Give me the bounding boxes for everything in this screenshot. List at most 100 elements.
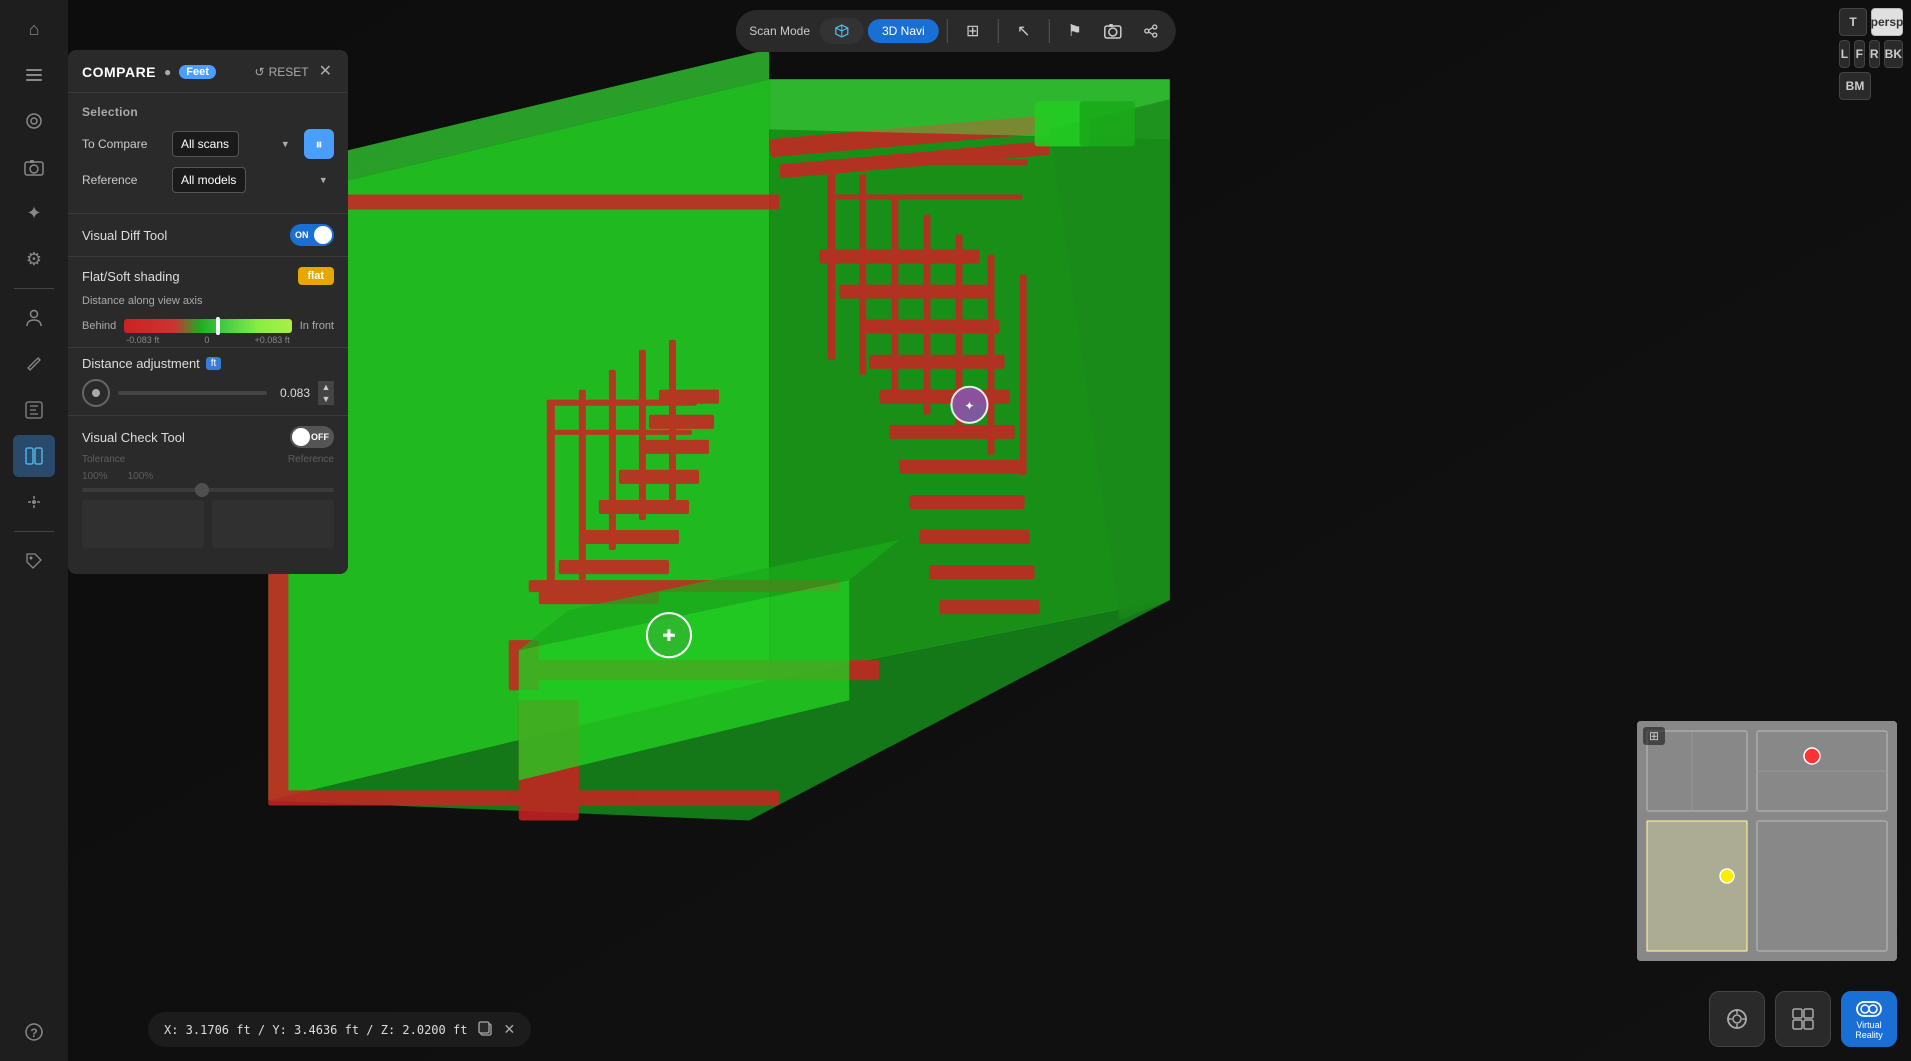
bm-view-button[interactable]: BM	[1839, 72, 1871, 100]
camera-icon	[1104, 23, 1122, 39]
3d-icon	[834, 23, 850, 39]
flag-button[interactable]: ⚑	[1058, 14, 1092, 48]
adjustment-row: 0.083 ▲ ▼	[82, 379, 334, 407]
reference-opacity-label: Reference	[288, 454, 334, 465]
r-view-button[interactable]: R	[1869, 40, 1880, 68]
l-view-button[interactable]: L	[1839, 40, 1850, 68]
check-labels-row: Tolerance Reference	[82, 454, 334, 465]
persp-view-button[interactable]: persp	[1871, 8, 1903, 36]
check-tool-content: Tolerance Reference 100% 100%	[68, 454, 348, 558]
pause-button[interactable]: ⏸	[304, 129, 334, 159]
shading-row: Flat/Soft shading flat	[68, 256, 348, 295]
distance-axis-section: Distance along view axis Behind -0.083 f…	[68, 295, 348, 347]
close-button[interactable]: ✕	[317, 62, 334, 82]
visual-diff-row: Visual Diff Tool ON	[68, 213, 348, 256]
sidebar-item-layers[interactable]	[13, 54, 55, 96]
mini-map[interactable]: ⊞	[1637, 721, 1897, 961]
sidebar-item-tag[interactable]	[13, 540, 55, 582]
layout-button[interactable]	[1775, 991, 1831, 1047]
reference-row: Reference All models	[82, 167, 334, 193]
toggle-on-label: ON	[295, 230, 309, 240]
to-compare-row: To Compare All scans ⏸	[82, 129, 334, 159]
mini-map-toolbar: ⊞	[1643, 727, 1665, 745]
behind-label: Behind	[82, 320, 116, 332]
svg-text:?: ?	[30, 1026, 37, 1040]
tick-zero: 0	[204, 335, 209, 345]
sidebar-item-settings[interactable]: ⚙	[13, 238, 55, 280]
shading-toggle-button[interactable]: flat	[298, 267, 335, 285]
copy-coords-button[interactable]	[477, 1020, 493, 1039]
reset-button[interactable]: ↺ RESET	[255, 65, 309, 79]
close-coords-button[interactable]: ✕	[503, 1021, 515, 1038]
coordinates-display: X: 3.1706 ft / Y: 3.4636 ft / Z: 2.0200 …	[164, 1023, 467, 1037]
panel-header: COMPARE ● Feet ↺ RESET ✕	[68, 50, 348, 93]
to-compare-select[interactable]: All scans	[172, 131, 239, 157]
compare-panel: COMPARE ● Feet ↺ RESET ✕ Selection To Co…	[68, 50, 348, 574]
selection-label: Selection	[82, 105, 334, 119]
topbar-divider-3	[1049, 19, 1050, 43]
target-button[interactable]	[1709, 991, 1765, 1047]
grid-button[interactable]: ⊞	[956, 14, 990, 48]
top-bar: Scan Mode 3D Navi ⊞ ↖ ⚑	[735, 10, 1175, 52]
topbar-divider-2	[998, 19, 999, 43]
visual-check-toggle[interactable]: OFF	[290, 426, 334, 448]
visual-check-row: Visual Check Tool OFF	[68, 416, 348, 454]
tolerance-value: 100%	[82, 471, 108, 482]
distance-adjustment-section: Distance adjustment ft 0.083 ▲ ▼	[68, 347, 348, 415]
check-slider-row[interactable]	[82, 488, 334, 492]
sidebar-item-star[interactable]: ✦	[13, 192, 55, 234]
ft-badge: ft	[206, 357, 222, 370]
dial-inner	[92, 389, 100, 397]
sidebar-item-compare[interactable]	[13, 435, 55, 477]
sidebar-divider-1	[14, 288, 54, 289]
check-image-row	[82, 500, 334, 548]
svg-text:✚: ✚	[662, 627, 675, 645]
stepper-up[interactable]: ▲	[318, 381, 334, 393]
toggle-on-switch[interactable]: ON	[290, 224, 334, 246]
panel-title: COMPARE	[82, 64, 156, 80]
t-view-button[interactable]: T	[1839, 8, 1867, 36]
dial-circle[interactable]	[82, 379, 110, 407]
scan-mode-button[interactable]	[820, 18, 864, 44]
distance-bar-container[interactable]: -0.083 ft 0 +0.083 ft	[124, 315, 291, 337]
mini-map-svg	[1637, 721, 1897, 961]
adjustment-header: Distance adjustment ft	[82, 356, 334, 371]
sidebar-item-home[interactable]: ⌂	[13, 8, 55, 50]
share-button[interactable]	[1134, 14, 1168, 48]
view-btn-row-2: L F R BK	[1839, 40, 1903, 68]
circle-indicator: ●	[164, 65, 171, 79]
sidebar-item-measure[interactable]	[13, 389, 55, 431]
f-view-button[interactable]: F	[1854, 40, 1865, 68]
sidebar-item-help[interactable]: ?	[13, 1011, 55, 1053]
sidebar-item-edit[interactable]	[13, 343, 55, 385]
adjustment-track[interactable]	[118, 391, 267, 395]
3d-navi-button[interactable]: 3D Navi	[868, 19, 939, 43]
photo-button[interactable]	[1096, 14, 1130, 48]
vr-label: Virtual Reality	[1842, 1020, 1896, 1040]
sidebar-item-another[interactable]	[13, 481, 55, 523]
mini-map-grid-button[interactable]: ⊞	[1643, 727, 1665, 745]
visual-diff-toggle[interactable]: ON	[290, 224, 334, 246]
to-compare-select-wrapper: All scans	[172, 131, 296, 157]
cursor-button[interactable]: ↖	[1007, 14, 1041, 48]
vr-icon	[1856, 998, 1882, 1018]
reference-select-wrapper: All models	[172, 167, 334, 193]
sidebar-item-person[interactable]	[13, 297, 55, 339]
visual-diff-label: Visual Diff Tool	[82, 228, 290, 243]
visual-check-label: Visual Check Tool	[82, 430, 290, 445]
reference-select[interactable]: All models	[172, 167, 246, 193]
vr-button[interactable]: Virtual Reality	[1841, 991, 1897, 1047]
right-view-panel: T persp L F R BK BM	[1831, 0, 1911, 108]
sidebar-item-view[interactable]	[13, 100, 55, 142]
status-bar: X: 3.1706 ft / Y: 3.4636 ft / Z: 2.0200 …	[148, 1012, 531, 1047]
distance-ticks: -0.083 ft 0 +0.083 ft	[124, 335, 291, 345]
check-slider-track[interactable]	[82, 488, 334, 492]
toggle-off-circle	[292, 428, 310, 446]
bk-view-button[interactable]: BK	[1884, 40, 1903, 68]
check-slider-thumb	[195, 483, 209, 497]
view-btn-row-3: BM	[1839, 72, 1903, 100]
shading-label: Flat/Soft shading	[82, 269, 298, 284]
stepper-down[interactable]: ▼	[318, 393, 334, 405]
sidebar-item-camera[interactable]	[13, 146, 55, 188]
sidebar-divider-2	[14, 531, 54, 532]
